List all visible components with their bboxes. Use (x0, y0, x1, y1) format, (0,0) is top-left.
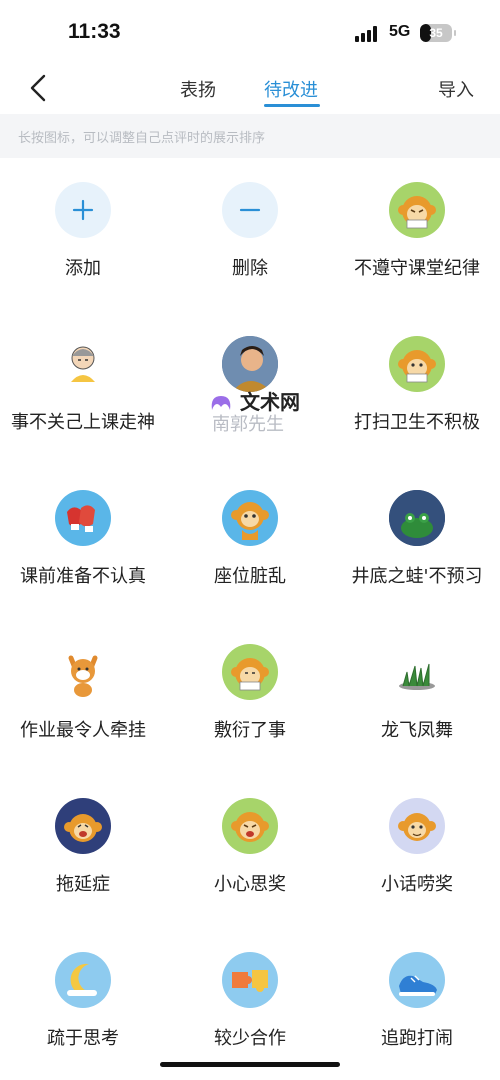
behavior-item[interactable]: 井底之蛙'不预习 (334, 466, 500, 618)
minus-icon (222, 182, 278, 238)
item-label: 座位脏乱 (214, 566, 286, 587)
item-label: 事不关己上课走神 (11, 412, 155, 433)
item-label: 拖延症 (56, 874, 110, 895)
battery-percent: 35 (429, 26, 443, 40)
tab-praise[interactable]: 表扬 (180, 76, 216, 102)
hint-text: 长按图标，可以调整自己点评时的展示排序 (18, 131, 266, 146)
battery-icon: 35 (420, 24, 452, 42)
item-label: 龙飞凤舞 (381, 720, 453, 741)
delete-button[interactable]: 删除 (167, 158, 333, 310)
portrait-avatar-icon (222, 336, 278, 392)
active-tab-indicator (264, 104, 320, 107)
item-label: 疏于思考 (47, 1028, 119, 1049)
boxing-gloves-icon (55, 490, 111, 546)
back-button[interactable] (26, 72, 56, 104)
behavior-item[interactable]: 敷衍了事 (167, 620, 333, 772)
behavior-item[interactable]: 疏于思考 (0, 928, 166, 1080)
add-button[interactable]: 添加 (0, 158, 166, 310)
network-label: 5G (389, 23, 411, 40)
behavior-item[interactable]: 小话唠奖 (334, 774, 500, 926)
moon-icon (55, 952, 111, 1008)
behavior-item[interactable]: 小心思奖 (167, 774, 333, 926)
behavior-item[interactable]: 课前准备不认真 (0, 466, 166, 618)
item-label: 井底之蛙'不预习 (351, 566, 483, 587)
behavior-item[interactable]: 打扫卫生不积极 (334, 312, 500, 464)
home-indicator (160, 1062, 340, 1067)
monkey-icon (222, 490, 278, 546)
behavior-item[interactable]: 追跑打闹 (334, 928, 500, 1080)
behavior-item[interactable]: 拖延症 (0, 774, 166, 926)
puzzle-icon (222, 952, 278, 1008)
grass-icon (389, 644, 445, 700)
grumpy-man-icon (55, 336, 111, 392)
behavior-item[interactable]: 作业最令人牵挂 (0, 620, 166, 772)
plus-icon (55, 182, 111, 238)
item-label: 打扫卫生不积极 (354, 412, 480, 433)
monkey-reading-icon (389, 182, 445, 238)
behavior-item[interactable]: 座位脏乱 (167, 466, 333, 618)
sneaker-icon (389, 952, 445, 1008)
behavior-item[interactable]: 龙飞凤舞 (334, 620, 500, 772)
item-label: 添加 (65, 258, 101, 279)
item-label: 小话唠奖 (381, 874, 453, 895)
battery-cap (454, 30, 456, 36)
status-bar: 11:33 5G 35 (0, 0, 500, 64)
monkey-reading-icon (389, 336, 445, 392)
tab-improve[interactable]: 待改进 (264, 76, 318, 102)
import-button[interactable]: 导入 (438, 76, 474, 102)
signal-icon (355, 26, 381, 42)
hint-bar: 长按图标，可以调整自己点评时的展示排序 (0, 114, 500, 158)
item-label: 较少合作 (214, 1028, 286, 1049)
item-label: 删除 (232, 258, 268, 279)
top-nav: 表扬 待改进 导入 (0, 64, 500, 114)
frog-icon (389, 490, 445, 546)
item-label: 追跑打闹 (381, 1028, 453, 1049)
monkey-laughing-icon (222, 798, 278, 854)
item-label: 小心思奖 (214, 874, 286, 895)
shiba-dog-icon (55, 644, 111, 700)
behavior-item[interactable]: 事不关己上课走神 (0, 312, 166, 464)
behavior-item[interactable]: 不遵守课堂纪律 (334, 158, 500, 310)
item-label: 不遵守课堂纪律 (354, 258, 480, 279)
chevron-left-icon (30, 74, 46, 102)
item-label: 作业最令人牵挂 (20, 720, 146, 741)
monkey-chatter-icon (389, 798, 445, 854)
status-time: 11:33 (68, 20, 121, 43)
monkey-crying-icon (55, 798, 111, 854)
item-label: 课前准备不认真 (20, 566, 146, 587)
item-label: 敷衍了事 (214, 720, 286, 741)
behavior-item[interactable] (167, 312, 333, 464)
behavior-item[interactable]: 较少合作 (167, 928, 333, 1080)
monkey-reading-icon (222, 644, 278, 700)
